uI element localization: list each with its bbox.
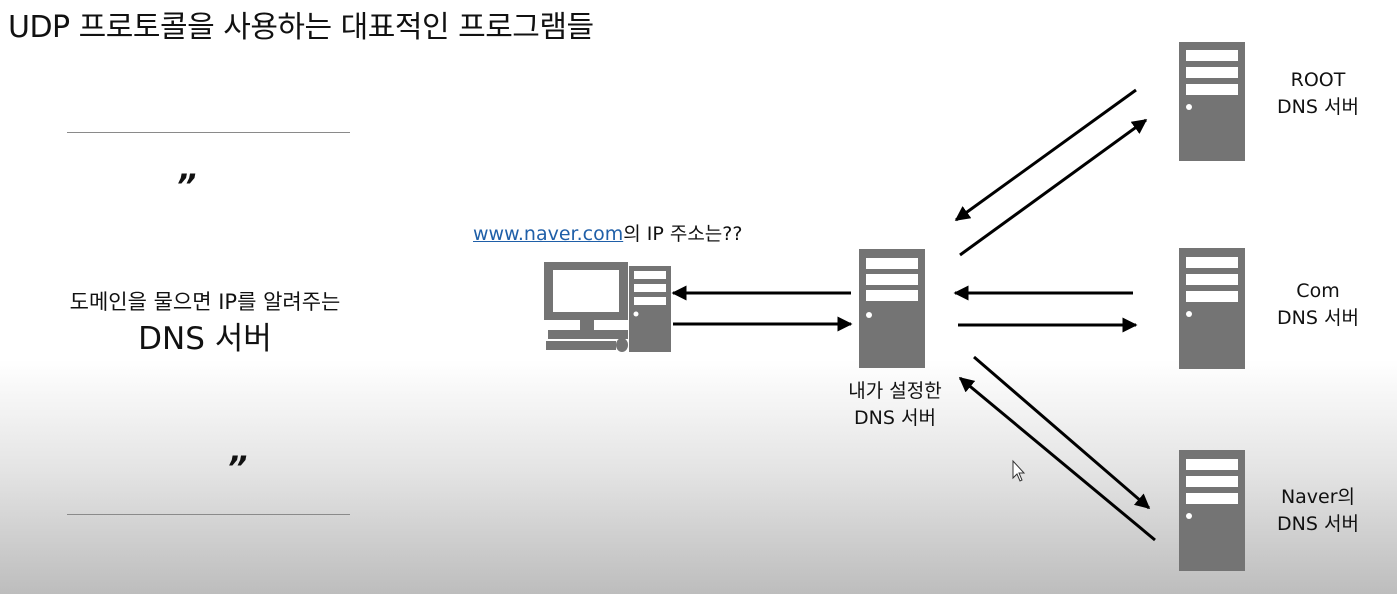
client-computer-icon xyxy=(544,262,671,352)
arrow-dns-to-naver xyxy=(973,355,1151,510)
arrow-root-to-dns xyxy=(954,88,1137,222)
dns-diagram xyxy=(544,42,1245,571)
naver-link[interactable]: www.naver.com xyxy=(473,223,623,245)
root-dns-label: ROOT DNS 서버 xyxy=(1253,67,1383,121)
local-dns-label-line1: 내가 설정한 xyxy=(848,380,942,402)
local-dns-server-icon xyxy=(859,249,925,368)
com-dns-label-line1: Com xyxy=(1296,280,1340,302)
naver-dns-label-line1: Naver의 xyxy=(1280,486,1356,508)
naver-dns-label: Naver의 DNS 서버 xyxy=(1253,484,1383,538)
local-dns-label: 내가 설정한 DNS 서버 xyxy=(800,378,990,432)
com-dns-server-icon xyxy=(1179,248,1245,369)
com-dns-label: Com DNS 서버 xyxy=(1253,278,1383,332)
root-dns-server-icon xyxy=(1179,42,1245,161)
dns-query-text: www.naver.com의 IP 주소는?? xyxy=(473,219,742,246)
com-dns-label-line2: DNS 서버 xyxy=(1277,307,1359,329)
naver-dns-label-line2: DNS 서버 xyxy=(1277,513,1359,535)
local-dns-label-line2: DNS 서버 xyxy=(854,407,936,429)
query-suffix: 의 IP 주소는?? xyxy=(623,223,743,245)
naver-dns-server-icon xyxy=(1179,450,1245,571)
root-dns-label-line1: ROOT xyxy=(1290,69,1346,91)
root-dns-label-line2: DNS 서버 xyxy=(1277,96,1359,118)
arrow-dns-to-root xyxy=(959,118,1148,257)
mouse-cursor-icon xyxy=(1012,459,1026,482)
